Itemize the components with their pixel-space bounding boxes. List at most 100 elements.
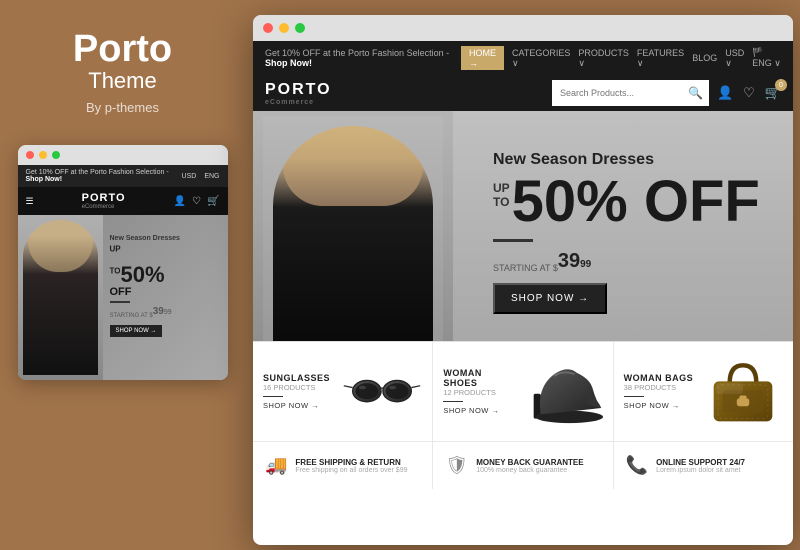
nav-lang[interactable]: 🏴 ENG ∨ [752, 47, 781, 69]
mini-cart-icon[interactable]: 🛒 [207, 196, 219, 207]
shoes-image [523, 352, 603, 432]
bags-info: WOMAN BAGS 38 PRODUCTS SHOP NOW → [624, 373, 695, 411]
left-panel: Porto Theme By p-themes Get 10% OFF at t… [0, 0, 245, 550]
footer-money: 🛡 MONEY BACK GUARANTEE 100% money back g… [433, 442, 613, 489]
shoes-products: 12 PRODUCTS [443, 388, 514, 397]
main-logo: PORTO eCommerce [265, 81, 332, 106]
main-shop-now-link[interactable]: Shop Now! [265, 58, 312, 68]
footer-bar: 🚚 FREE SHIPPING & RETURN Free shipping o… [253, 441, 793, 489]
main-topbar: Get 10% OFF at the Porto Fashion Selecti… [253, 41, 793, 75]
bags-title: WOMAN BAGS [624, 373, 695, 383]
footer-support: 📞 ONLINE SUPPORT 24/7 Lorem ipsum dolor … [614, 442, 793, 489]
category-bags: WOMAN BAGS 38 PRODUCTS SHOP NOW → [614, 342, 793, 441]
hero-percent-block: UPTO 50% OFF [493, 173, 763, 231]
mini-nav-icons: 👤 ♡ 🛒 [174, 196, 220, 207]
mini-topbar-right: USD ENG [182, 173, 220, 180]
main-topbar-right: HOME → CATEGORIES ∨ PRODUCTS ∨ FEATURES … [461, 46, 781, 70]
mini-browser: Get 10% OFF at the Porto Fashion Selecti… [18, 145, 228, 380]
mini-promo-text: Get 10% OFF at the Porto Fashion Selecti… [26, 169, 182, 183]
search-input[interactable] [552, 81, 682, 105]
mini-logo: PORTO [82, 192, 126, 204]
mini-topbar: Get 10% OFF at the Porto Fashion Selecti… [18, 165, 228, 187]
shipping-subtitle: Free shipping on all orders over $99 [295, 467, 407, 474]
hero-percent: 50% OFF [512, 173, 760, 231]
category-row: SUNGLASSES 16 PRODUCTS SHOP NOW → [253, 341, 793, 441]
shoes-shop[interactable]: SHOP NOW → [443, 406, 514, 415]
main-titlebar [253, 15, 793, 41]
mini-shop-button[interactable]: SHOP NOW → [110, 325, 163, 337]
main-minimize-dot [279, 23, 289, 33]
upto-label: UPTO [493, 181, 510, 210]
shoes-divider [443, 401, 463, 403]
nav-products[interactable]: PRODUCTS ∨ [578, 48, 629, 69]
mini-starting: STARTING AT $3999 [110, 306, 220, 319]
hamburger-icon[interactable]: ☰ [26, 196, 34, 207]
shoes-info: WOMAN SHOES 12 PRODUCTS SHOP NOW → [443, 368, 514, 416]
search-button[interactable]: 🔍 [682, 81, 709, 105]
support-text: ONLINE SUPPORT 24/7 Lorem ipsum dolor si… [656, 458, 745, 474]
bags-image [703, 352, 783, 432]
mini-user-icon[interactable]: 👤 [174, 196, 186, 207]
hero-content: New Season Dresses UPTO 50% OFF STARTING… [493, 151, 763, 314]
cart-count: 0 [775, 79, 787, 91]
footer-shipping: 🚚 FREE SHIPPING & RETURN Free shipping o… [253, 442, 433, 489]
bag-svg [703, 352, 783, 432]
minimize-dot [39, 151, 47, 159]
mini-hero-content: New Season Dresses UPTO50% OFF STARTING … [110, 235, 220, 337]
mini-off-label: OFF [110, 286, 220, 298]
shipping-icon: 🚚 [265, 455, 287, 476]
hero-model-image [253, 111, 453, 341]
main-browser: Get 10% OFF at the Porto Fashion Selecti… [253, 15, 793, 545]
sunglasses-image [342, 352, 422, 432]
bags-shop[interactable]: SHOP NOW → [624, 401, 695, 410]
mini-lang: ENG [204, 173, 219, 180]
user-icon[interactable]: 👤 [717, 85, 733, 101]
nav-categories[interactable]: CATEGORIES ∨ [512, 48, 570, 69]
hero-shop-button[interactable]: SHOP NOW → [493, 283, 607, 314]
shipping-text: FREE SHIPPING & RETURN Free shipping on … [295, 458, 407, 474]
sunglasses-shop[interactable]: SHOP NOW → [263, 401, 334, 410]
money-text: MONEY BACK GUARANTEE 100% money back gua… [476, 458, 583, 474]
support-subtitle: Lorem ipsum dolor sit amet [656, 467, 745, 474]
category-sunglasses: SUNGLASSES 16 PRODUCTS SHOP NOW → [253, 342, 433, 441]
mini-wish-icon[interactable]: ♡ [192, 196, 201, 207]
wishlist-icon[interactable]: ♡ [743, 85, 755, 101]
mini-hero-label: New Season Dresses [110, 235, 220, 242]
hero-starting-text: STARTING AT $3999 [493, 250, 763, 273]
sunglasses-info: SUNGLASSES 16 PRODUCTS SHOP NOW → [263, 373, 334, 411]
mini-divider [110, 301, 130, 303]
main-nav: PORTO eCommerce 🔍 👤 ♡ 🛒0 [253, 75, 793, 111]
brand-title: Porto [73, 30, 172, 68]
mini-logo-sub: eCommerce [82, 204, 126, 210]
mini-currency: USD [182, 173, 197, 180]
bags-products: 38 PRODUCTS [624, 383, 695, 392]
main-close-dot [263, 23, 273, 33]
main-home-btn[interactable]: HOME → [461, 46, 504, 70]
money-title: MONEY BACK GUARANTEE [476, 458, 583, 467]
support-title: ONLINE SUPPORT 24/7 [656, 458, 745, 467]
cart-icon[interactable]: 🛒0 [765, 85, 781, 101]
brand-subtitle: Theme [88, 68, 156, 94]
shipping-title: FREE SHIPPING & RETURN [295, 458, 407, 467]
maximize-dot [52, 151, 60, 159]
main-hero: New Season Dresses UPTO 50% OFF STARTING… [253, 111, 793, 341]
main-nav-icons: 👤 ♡ 🛒0 [717, 85, 781, 101]
sunglasses-products: 16 PRODUCTS [263, 383, 334, 392]
category-shoes: WOMAN SHOES 12 PRODUCTS SHOP NOW → [433, 342, 613, 441]
nav-usd[interactable]: USD ∨ [725, 48, 744, 69]
nav-features[interactable]: FEATURES ∨ [637, 48, 684, 69]
sunglasses-title: SUNGLASSES [263, 373, 334, 383]
mini-shop-now: Shop Now! [26, 176, 63, 183]
money-subtitle: 100% money back guarantee [476, 467, 583, 474]
bags-divider [624, 396, 644, 398]
sunglasses-divider [263, 396, 283, 398]
shoe-svg [523, 352, 603, 432]
mini-percent: 50% [120, 262, 164, 287]
search-bar: 🔍 [552, 80, 709, 106]
support-icon: 📞 [626, 455, 648, 476]
hero-season-label: New Season Dresses [493, 151, 763, 169]
main-promo-text: Get 10% OFF at the Porto Fashion Selecti… [265, 48, 461, 68]
hero-divider [493, 239, 533, 242]
main-logo-sub: eCommerce [265, 99, 332, 106]
nav-blog[interactable]: BLOG [692, 53, 717, 63]
